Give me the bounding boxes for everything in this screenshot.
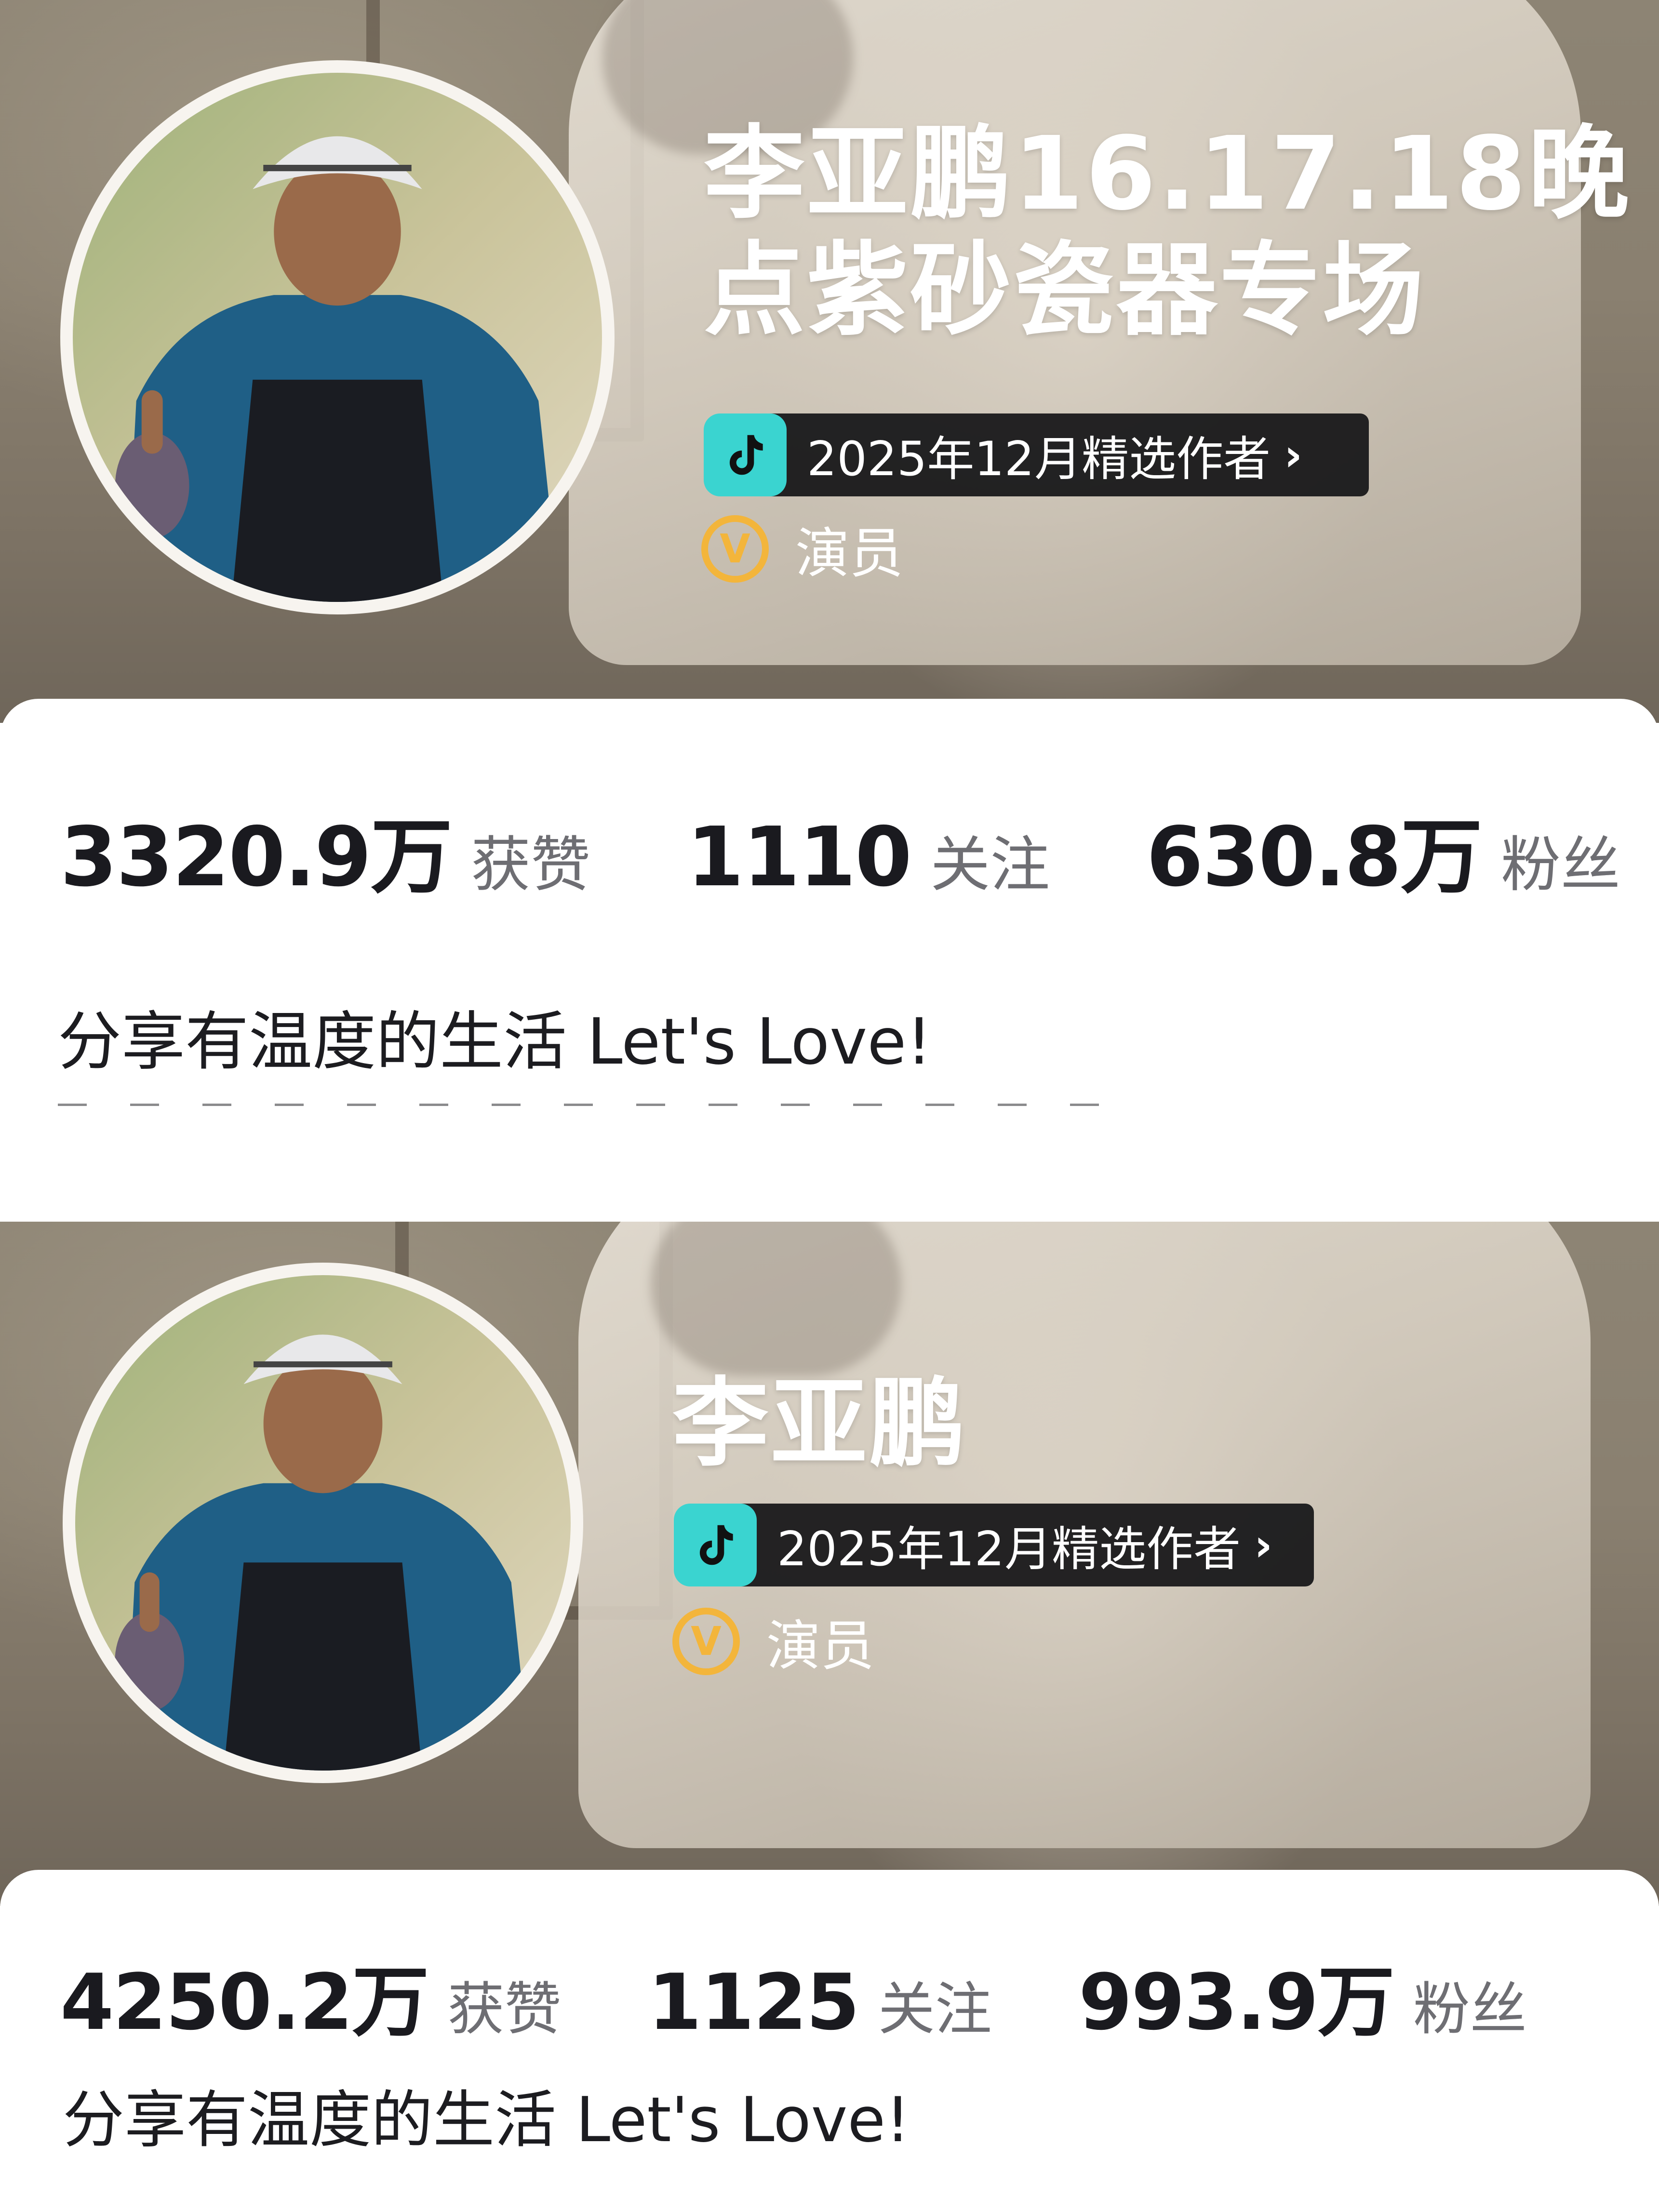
verified-badge-icon: V [672,1608,740,1675]
verified-role: V 演员 [701,510,903,588]
followers-count: 993.9万 [1078,1957,1395,2047]
profile-stats: 4250.2万 获赞 1125 关注 993.9万 粉丝 [60,1940,1527,2052]
tiktok-logo-icon [704,413,787,496]
following-label: 关注 [930,830,1050,900]
likes-stat[interactable]: 4250.2万 获赞 [60,1940,561,2052]
followers-count: 630.8万 [1146,810,1483,905]
following-label: 关注 [878,1976,992,2042]
avatar-image [73,73,602,602]
profile-name: 李亚鹏16.17.18晚 点紫砂瓷器专场 [704,115,1632,349]
following-stat[interactable]: 1125 关注 [648,1957,991,2047]
chevron-right-icon: › [1284,429,1303,481]
likes-label: 获赞 [447,1976,562,2042]
featured-creator-label: 2025年12月精选作者 [807,432,1271,487]
likes-stat[interactable]: 3320.9万 获赞 [60,790,590,909]
following-count: 1125 [648,1957,859,2047]
likes-count: 4250.2万 [60,1957,429,2047]
avatar-image [75,1275,571,1771]
followers-label: 粉丝 [1413,1976,1527,2042]
featured-creator-label: 2025年12月精选作者 [777,1522,1241,1577]
profile-name: 李亚鹏 [672,1368,968,1480]
profile-stats: 3320.9万 获赞 1110 关注 630.8万 粉丝 [60,790,1620,909]
featured-creator-badge[interactable]: 2025年12月精选作者 › [674,1504,1314,1586]
followers-stat[interactable]: 993.9万 粉丝 [1079,1940,1527,2052]
cropped-text-remnant [58,1104,1118,1106]
background-shade [651,1222,901,1376]
followers-label: 粉丝 [1500,830,1620,900]
role-label: 演员 [766,1615,874,1678]
featured-creator-badge[interactable]: 2025年12月精选作者 › [704,413,1369,496]
tiktok-logo-icon [674,1504,757,1586]
verified-badge-icon: V [701,515,769,583]
followers-stat[interactable]: 630.8万 粉丝 [1146,790,1620,909]
avatar[interactable] [63,1263,583,1783]
profile-screenshot-top: 李亚鹏16.17.18晚 点紫砂瓷器专场 2025年12月精选作者 › V 演员… [0,0,1659,1106]
role-label: 演员 [795,522,903,585]
avatar[interactable] [60,60,615,614]
likes-count: 3320.9万 [60,810,453,905]
profile-screenshot-bottom: 李亚鹏 2025年12月精选作者 › V 演员 4250.2万 获赞 1125 … [0,1222,1659,2212]
chevron-right-icon: › [1254,1519,1273,1571]
verified-role: V 演员 [672,1602,874,1680]
profile-bio: 分享有温度的生活 Let's Love! [58,1005,932,1079]
following-count: 1110 [687,810,912,905]
profile-bio: 分享有温度的生活 Let's Love! [63,2084,910,2156]
likes-label: 获赞 [471,830,591,900]
following-stat[interactable]: 1110 关注 [687,810,1050,905]
